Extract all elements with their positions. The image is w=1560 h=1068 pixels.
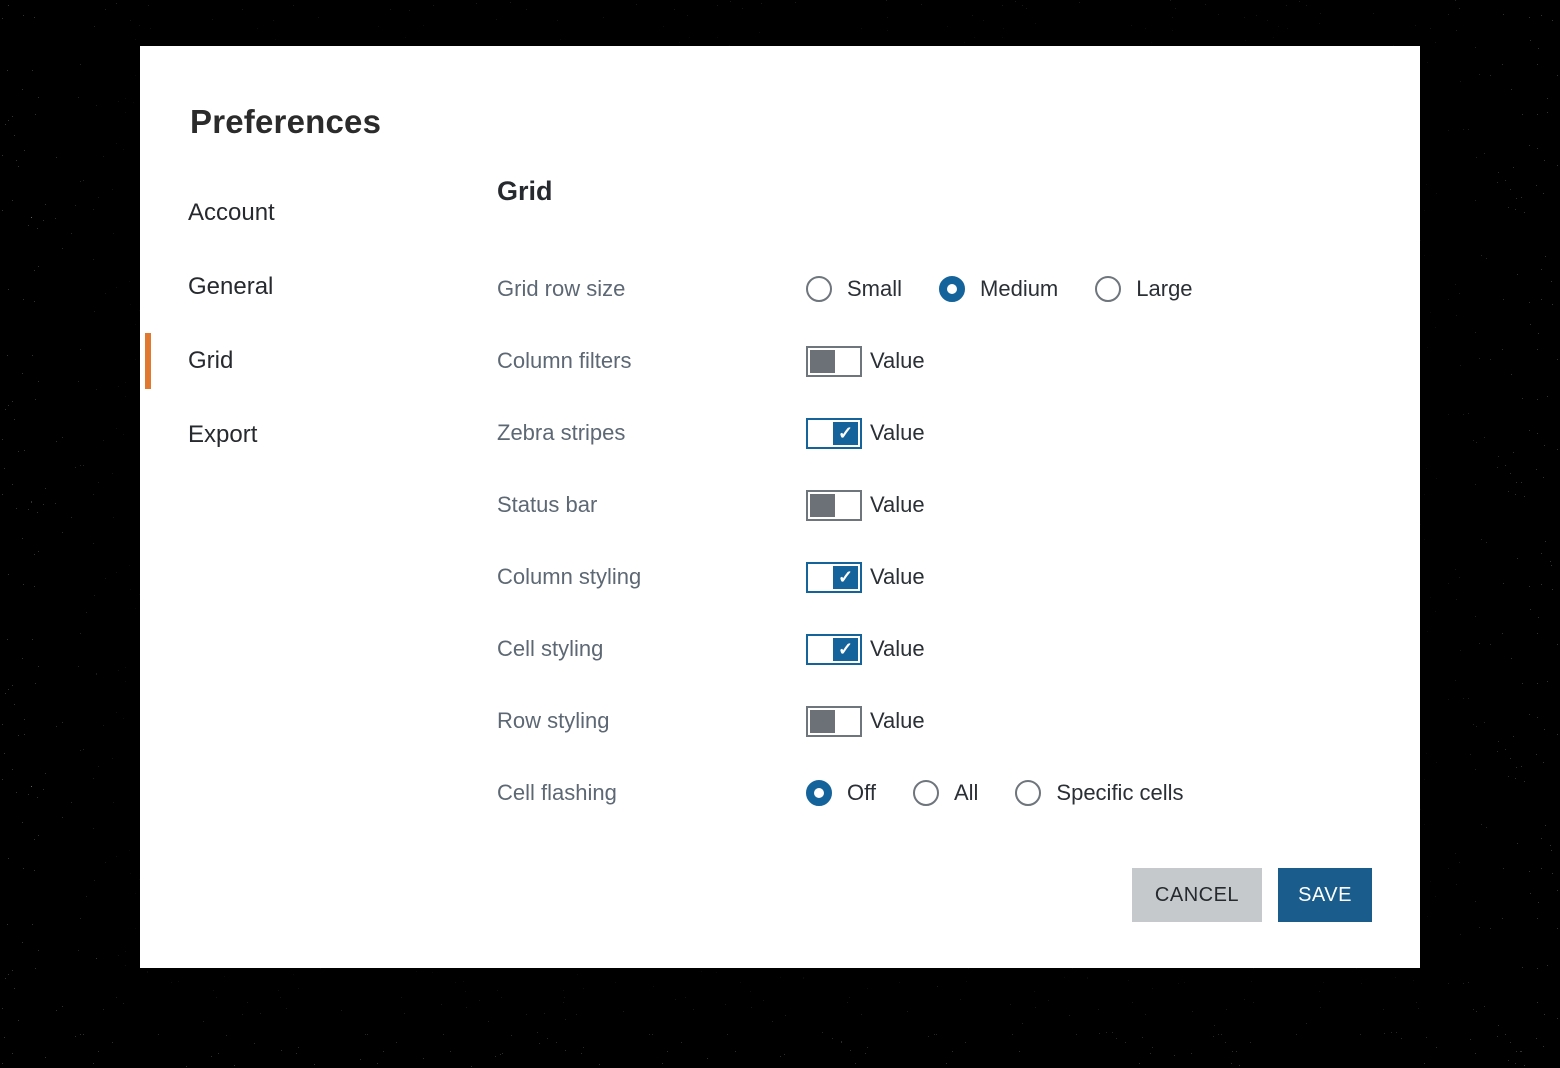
sidebar-item-label: Grid — [188, 347, 233, 375]
toggle-thumb: ✓ — [810, 494, 835, 517]
toggle-thumb: ✓ — [833, 422, 858, 445]
radio-option-large[interactable]: Large — [1095, 276, 1192, 302]
radio-option-specific-cells[interactable]: Specific cells — [1015, 780, 1183, 806]
settings-rows: Grid row size Small Medium Large Column … — [497, 253, 1377, 829]
radio-label: Off — [847, 780, 876, 806]
row-styling-toggle[interactable]: ✓ — [806, 706, 862, 737]
panel-heading: Grid — [497, 176, 553, 207]
row-zebra-stripes: Zebra stripes ✓ Value — [497, 397, 1377, 469]
radio-icon — [806, 780, 832, 806]
sidebar-item-account[interactable]: Account — [140, 176, 460, 250]
radio-label: Large — [1136, 276, 1192, 302]
column-filters-toggle[interactable]: ✓ — [806, 346, 862, 377]
sidebar-item-label: General — [188, 273, 273, 301]
radio-option-all[interactable]: All — [913, 780, 978, 806]
setting-label: Zebra stripes — [497, 420, 806, 446]
preferences-dialog: Preferences Account General Grid Export … — [140, 46, 1420, 968]
setting-label: Column styling — [497, 564, 806, 590]
row-row-styling: Row styling ✓ Value — [497, 685, 1377, 757]
radio-label: Medium — [980, 276, 1058, 302]
toggle-thumb: ✓ — [810, 350, 835, 373]
setting-label: Cell styling — [497, 636, 806, 662]
toggle-value-label: Value — [870, 636, 925, 662]
toggle-thumb: ✓ — [810, 710, 835, 733]
setting-label: Row styling — [497, 708, 806, 734]
setting-label: Column filters — [497, 348, 806, 374]
sidebar-item-grid[interactable]: Grid — [140, 324, 460, 398]
radio-icon — [913, 780, 939, 806]
status-bar-toggle[interactable]: ✓ — [806, 490, 862, 521]
row-cell-flashing: Cell flashing Off All Specific cells — [497, 757, 1377, 829]
radio-icon — [1015, 780, 1041, 806]
radio-label: Specific cells — [1056, 780, 1183, 806]
sidebar-item-general[interactable]: General — [140, 250, 460, 324]
sidebar: Account General Grid Export — [140, 176, 460, 472]
check-icon: ✓ — [838, 568, 853, 586]
toggle-thumb: ✓ — [833, 566, 858, 589]
sidebar-item-export[interactable]: Export — [140, 398, 460, 472]
row-cell-styling: Cell styling ✓ Value — [497, 613, 1377, 685]
toggle-value-label: Value — [870, 564, 925, 590]
radio-label: Small — [847, 276, 902, 302]
active-tab-indicator — [145, 333, 151, 389]
setting-label: Cell flashing — [497, 780, 806, 806]
setting-label: Grid row size — [497, 276, 806, 302]
zebra-stripes-toggle[interactable]: ✓ — [806, 418, 862, 449]
column-styling-toggle[interactable]: ✓ — [806, 562, 862, 593]
setting-label: Status bar — [497, 492, 806, 518]
row-column-styling: Column styling ✓ Value — [497, 541, 1377, 613]
radio-label: All — [954, 780, 978, 806]
row-grid-row-size: Grid row size Small Medium Large — [497, 253, 1377, 325]
save-button[interactable]: SAVE — [1278, 868, 1372, 922]
radio-icon — [939, 276, 965, 302]
radio-icon — [806, 276, 832, 302]
check-icon: ✓ — [838, 640, 853, 658]
dialog-title: Preferences — [190, 103, 381, 141]
toggle-value-label: Value — [870, 492, 925, 518]
sidebar-item-label: Account — [188, 199, 275, 227]
check-icon: ✓ — [838, 424, 853, 442]
radio-icon — [1095, 276, 1121, 302]
sidebar-item-label: Export — [188, 421, 257, 449]
row-column-filters: Column filters ✓ Value — [497, 325, 1377, 397]
toggle-value-label: Value — [870, 420, 925, 446]
radio-option-medium[interactable]: Medium — [939, 276, 1058, 302]
toggle-value-label: Value — [870, 348, 925, 374]
cancel-button[interactable]: CANCEL — [1132, 868, 1262, 922]
radio-option-small[interactable]: Small — [806, 276, 902, 302]
radio-option-off[interactable]: Off — [806, 780, 876, 806]
toggle-thumb: ✓ — [833, 638, 858, 661]
cell-styling-toggle[interactable]: ✓ — [806, 634, 862, 665]
toggle-value-label: Value — [870, 708, 925, 734]
row-status-bar: Status bar ✓ Value — [497, 469, 1377, 541]
